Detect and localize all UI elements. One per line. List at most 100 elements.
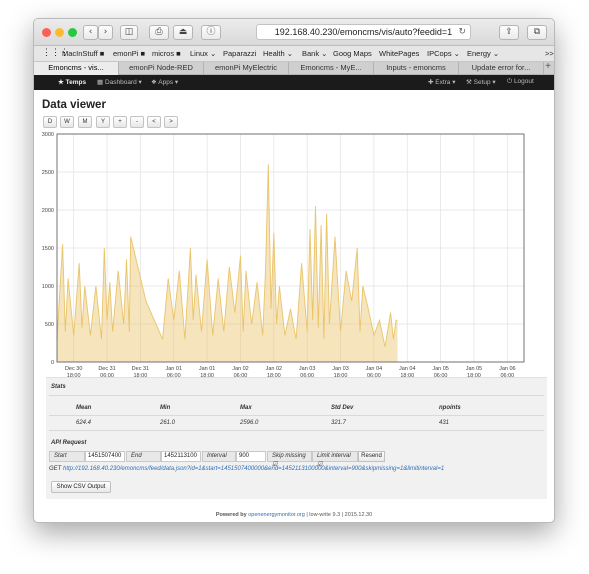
browser-window: ‹ › ◫ ⎙ ⏏ ⓘ 192.168.40.230/emoncms/vis/a… bbox=[33, 18, 555, 523]
zoom-month-button[interactable]: M bbox=[78, 116, 92, 128]
skip-missing-label: Skip missing ☑ bbox=[267, 451, 312, 468]
bookmarks-bar: ⋮⋮⋮ MacInStuff ■ emonPi ■ micros ■ Linux… bbox=[34, 46, 554, 62]
stats-header-mean: Mean bbox=[76, 405, 92, 411]
info-button[interactable]: ⓘ bbox=[201, 25, 221, 40]
footer-link[interactable]: openenergymonitor.org bbox=[248, 512, 305, 518]
pan-right-button[interactable]: > bbox=[164, 116, 178, 128]
minimize-window-button[interactable] bbox=[55, 28, 64, 37]
x-tick-label: Jan 02 bbox=[266, 366, 283, 372]
bookmarks-overflow-button[interactable]: >> bbox=[545, 49, 554, 58]
skip-missing-text: Skip missing bbox=[272, 453, 306, 459]
x-tick-label: Jan 01 bbox=[165, 366, 182, 372]
stats-header-stddev: Std Dev bbox=[331, 405, 354, 411]
bookmark-health[interactable]: Health ⌄ bbox=[263, 49, 293, 58]
tab-update-error[interactable]: Update error for... bbox=[459, 62, 544, 75]
interval-label: Interval bbox=[202, 451, 236, 462]
stats-min-value: 261.0 bbox=[160, 420, 176, 426]
stats-stddev-value: 321.7 bbox=[331, 420, 347, 426]
zoom-window-button[interactable] bbox=[68, 28, 77, 37]
sidebar-button[interactable]: ◫ bbox=[120, 25, 138, 40]
tabs-overview-button[interactable]: ⧉ bbox=[527, 25, 547, 40]
limit-interval-text: Limit interval bbox=[317, 453, 351, 459]
start-label: Start bbox=[49, 451, 85, 462]
reload-icon[interactable]: ↻ bbox=[458, 25, 466, 39]
sidebar-icon: ◫ bbox=[124, 27, 134, 37]
bookmark-bank[interactable]: Bank ⌄ bbox=[302, 49, 327, 58]
bookmark-micros[interactable]: micros ■ bbox=[152, 49, 181, 58]
zoom-day-button[interactable]: D bbox=[43, 116, 57, 128]
y-tick-label: 1000 bbox=[42, 284, 54, 290]
x-tick-label: Jan 04 bbox=[366, 366, 383, 372]
address-bar[interactable]: 192.168.40.230/emoncms/vis/auto?feedid=1… bbox=[256, 24, 471, 40]
y-tick-label: 0 bbox=[51, 360, 54, 366]
resend-button[interactable]: Resend bbox=[358, 451, 385, 462]
nav-apps[interactable]: ❖ Apps ▾ bbox=[151, 78, 178, 86]
bookmark-ipcops[interactable]: IPCops ⌄ bbox=[427, 49, 460, 58]
bookmark-whitepages[interactable]: WhitePages bbox=[379, 49, 419, 58]
nav-dashboard[interactable]: ▦ Dashboard ▾ bbox=[97, 78, 142, 86]
page-title: Data viewer bbox=[42, 99, 106, 111]
back-button[interactable]: ‹ bbox=[83, 25, 98, 40]
tab-emoncms-mye[interactable]: Emoncms - MyE... bbox=[289, 62, 374, 75]
api-url-link[interactable]: http://192.168.40.230/emoncms/feed/data.… bbox=[63, 466, 444, 472]
stats-header-min: Min bbox=[160, 405, 171, 411]
nav-setup[interactable]: ⚒ Setup ▾ bbox=[466, 78, 496, 86]
forward-button[interactable]: › bbox=[98, 25, 113, 40]
x-tick-label: Jan 05 bbox=[466, 366, 483, 372]
y-tick-label: 500 bbox=[45, 322, 54, 328]
zoom-year-button[interactable]: Y bbox=[96, 116, 110, 128]
x-tick-label: Jan 06 bbox=[499, 366, 516, 372]
x-tick-label: Jan 02 bbox=[232, 366, 249, 372]
end-input[interactable]: 1452113100 bbox=[161, 451, 201, 462]
tab-inputs-emoncms[interactable]: Inputs - emoncms bbox=[374, 62, 459, 75]
stats-header-max: Max bbox=[240, 405, 252, 411]
new-tab-button[interactable]: + bbox=[545, 61, 551, 72]
y-tick-label: 2000 bbox=[42, 208, 54, 214]
stats-header-npoints: npoints bbox=[439, 405, 461, 411]
stats-title: Stats bbox=[51, 384, 66, 390]
power-chart[interactable]: 0 500 1000 1500 2000 2500 3000 Dec 3018:00Dec … bbox=[34, 129, 555, 377]
eject-icon: ⏏ bbox=[178, 27, 188, 37]
info-icon: ⓘ bbox=[206, 27, 216, 37]
y-axis: 0 500 1000 1500 2000 2500 3000 bbox=[42, 132, 54, 366]
tab-emoncms-vis[interactable]: Emoncms - vis... bbox=[34, 62, 119, 75]
share-button[interactable]: ⇪ bbox=[499, 25, 519, 40]
get-prefix: GET bbox=[49, 466, 62, 472]
divider bbox=[49, 430, 544, 431]
start-input[interactable]: 1451507400 bbox=[85, 451, 125, 462]
get-request: GET http://192.168.40.230/emoncms/feed/d… bbox=[49, 466, 444, 472]
y-tick-label: 2500 bbox=[42, 170, 54, 176]
bookmark-macinstuff[interactable]: MacInStuff ■ bbox=[62, 49, 104, 58]
nav-logout[interactable]: ⏻ Logout bbox=[507, 78, 534, 86]
tab-emonpi-node-red[interactable]: emonPi Node-RED bbox=[119, 62, 204, 75]
interval-input[interactable]: 900 bbox=[236, 451, 266, 462]
bookmark-emonpi[interactable]: emonPi ■ bbox=[113, 49, 145, 58]
close-window-button[interactable] bbox=[42, 28, 51, 37]
nav-temps[interactable]: ★ Temps bbox=[58, 78, 86, 86]
emoncms-navbar: ★ Temps ▦ Dashboard ▾ ❖ Apps ▾ ✚ Extra ▾… bbox=[34, 75, 554, 90]
eject-button[interactable]: ⏏ bbox=[173, 25, 193, 40]
bookmark-paparazzi[interactable]: Paparazzi bbox=[223, 49, 256, 58]
nav-extra[interactable]: ✚ Extra ▾ bbox=[428, 78, 456, 86]
limit-interval-label: Limit interval ☑ bbox=[312, 451, 358, 468]
zoom-in-button[interactable]: + bbox=[113, 116, 127, 128]
stats-panel: Stats Mean Min Max Std Dev npoints 624.4… bbox=[46, 377, 547, 499]
bookmark-energy[interactable]: Energy ⌄ bbox=[467, 49, 499, 58]
show-csv-button[interactable]: Show CSV Output bbox=[51, 481, 111, 493]
share-icon: ⇪ bbox=[505, 27, 513, 37]
stats-max-value: 2596.0 bbox=[240, 420, 259, 426]
pan-left-button[interactable]: < bbox=[147, 116, 161, 128]
zoom-week-button[interactable]: W bbox=[60, 116, 74, 128]
zoom-out-button[interactable]: - bbox=[130, 116, 144, 128]
y-tick-label: 3000 bbox=[42, 132, 54, 138]
x-tick-label: Jan 04 bbox=[399, 366, 416, 372]
x-tick-label: Jan 03 bbox=[332, 366, 349, 372]
bookmark-goog-maps[interactable]: Goog Maps bbox=[333, 49, 372, 58]
bookmark-linux[interactable]: Linux ⌄ bbox=[190, 49, 216, 58]
x-tick-label: Dec 31 bbox=[132, 366, 149, 372]
title-bar: ‹ › ◫ ⎙ ⏏ ⓘ 192.168.40.230/emoncms/vis/a… bbox=[34, 19, 554, 46]
footer-prefix: Powered by bbox=[215, 512, 247, 518]
divider bbox=[49, 415, 544, 416]
print-button[interactable]: ⎙ bbox=[149, 25, 169, 40]
tab-emonpi-myelectric[interactable]: emonPi MyElectric bbox=[204, 62, 289, 75]
